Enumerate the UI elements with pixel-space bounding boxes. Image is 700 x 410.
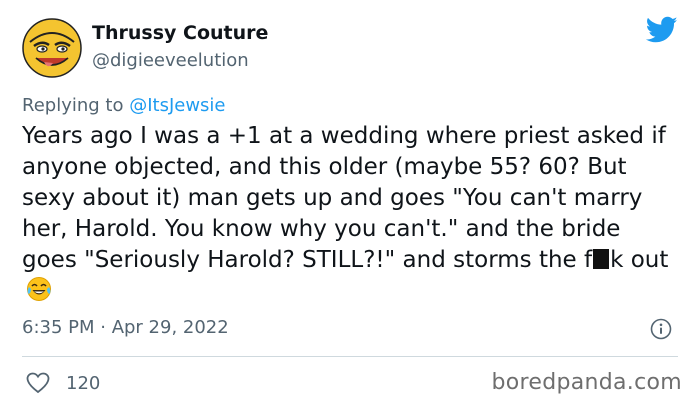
divider	[22, 356, 678, 357]
tweet-text: Years ago I was a +1 at a wedding where …	[22, 121, 682, 307]
like-count: 120	[66, 372, 101, 394]
replying-to: Replying to @ItsJewsie	[22, 95, 226, 116]
twitter-bird-icon	[646, 16, 678, 43]
censor-block	[593, 249, 610, 269]
tweet-timestamp[interactable]: 6:35 PM · Apr 29, 2022	[22, 317, 229, 338]
laughing-tears-emoji-icon	[27, 277, 51, 301]
tweet-text-after: k out	[610, 247, 669, 273]
watermark: boredpanda.com	[491, 370, 682, 395]
author-name[interactable]: Thrussy Couture	[92, 22, 268, 44]
info-icon[interactable]	[650, 318, 672, 340]
heart-icon[interactable]	[26, 372, 50, 394]
author-handle[interactable]: @digieeveelution	[92, 50, 249, 71]
replying-to-label: Replying to	[22, 95, 130, 116]
tweet-text-before: Years ago I was a +1 at a wedding where …	[22, 123, 666, 273]
avatar[interactable]	[22, 18, 82, 78]
like-action[interactable]: 120	[26, 372, 100, 394]
reply-mention-link[interactable]: @ItsJewsie	[129, 95, 225, 116]
